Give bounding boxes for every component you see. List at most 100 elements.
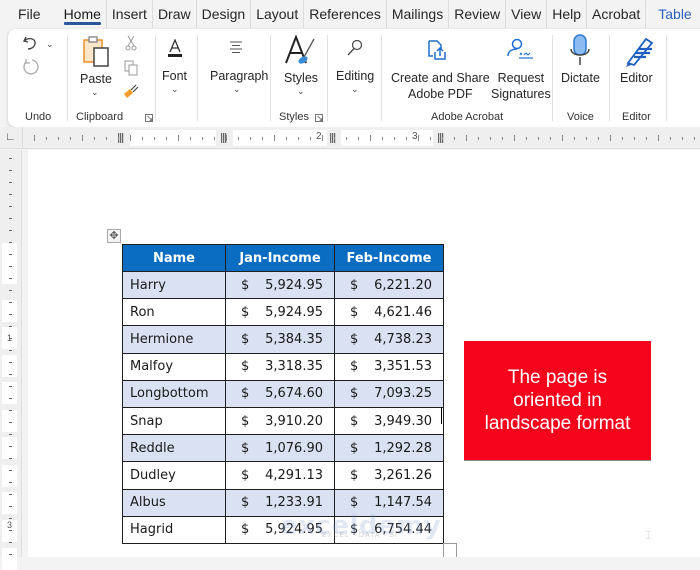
- dictate-button[interactable]: Dictate: [561, 70, 600, 86]
- tab-file[interactable]: File: [0, 0, 59, 28]
- callout-text: The page is oriented in landscape format: [484, 367, 631, 434]
- cell-name[interactable]: Hagrid: [122, 515, 226, 544]
- editing-button[interactable]: Editing: [336, 68, 374, 84]
- currency-value: $5,924.95: [233, 278, 327, 293]
- paragraph-icon[interactable]: [229, 41, 243, 53]
- amount: 3,318.35: [265, 359, 323, 375]
- tab-review[interactable]: Review: [449, 0, 507, 28]
- redo-icon[interactable]: [22, 58, 40, 76]
- ruler-tick: [622, 137, 623, 140]
- undo-dropdown-icon[interactable]: ⌄: [46, 39, 54, 50]
- cell-name[interactable]: Ron: [122, 298, 226, 327]
- cell-feb-income[interactable]: $1,292.28: [334, 434, 444, 463]
- tab-references[interactable]: References: [304, 0, 387, 28]
- column-marker[interactable]: [330, 133, 336, 143]
- amount: 6,221.20: [374, 277, 432, 293]
- cell-feb-income[interactable]: $3,949.30: [334, 406, 444, 436]
- vertical-ruler[interactable]: 1 3: [0, 150, 22, 570]
- ruler-tick: [550, 137, 551, 140]
- cell-jan-income[interactable]: $5,924.95: [225, 298, 335, 327]
- cell-feb-income[interactable]: $6,221.20: [334, 270, 444, 300]
- font-button[interactable]: Font: [162, 68, 187, 84]
- tab-acrobat[interactable]: Acrobat: [587, 0, 647, 28]
- cell-jan-income[interactable]: $5,674.60: [225, 379, 335, 408]
- ruler-tick: [310, 137, 311, 140]
- vertical-ruler-tick: [9, 362, 12, 363]
- currency-value: $5,674.60: [233, 386, 327, 401]
- paste-icon[interactable]: [82, 36, 112, 68]
- cell-jan-income[interactable]: $5,924.95: [225, 270, 335, 300]
- cell-name[interactable]: Albus: [122, 488, 226, 517]
- editor-pen-icon[interactable]: [622, 35, 656, 67]
- header-feb-income[interactable]: Feb-Income: [334, 244, 444, 272]
- paragraph-dropdown-icon[interactable]: ⌄: [233, 84, 241, 95]
- request-signatures-icon[interactable]: [506, 38, 534, 60]
- header-jan-income[interactable]: Jan-Income: [225, 244, 335, 272]
- cell-jan-income[interactable]: $5,384.35: [225, 325, 335, 354]
- paste-dropdown-icon[interactable]: ⌄: [91, 87, 99, 98]
- undo-icon[interactable]: [22, 35, 40, 51]
- cell-feb-income[interactable]: $3,351.53: [334, 352, 444, 381]
- cell-name[interactable]: Snap: [122, 406, 226, 436]
- ruler-tick: [250, 137, 251, 140]
- format-painter-icon[interactable]: [123, 84, 139, 100]
- cell-feb-income[interactable]: $7,093.25: [334, 379, 444, 408]
- microphone-icon[interactable]: [569, 33, 591, 67]
- tab-design[interactable]: Design: [197, 0, 252, 28]
- editing-dropdown-icon[interactable]: ⌄: [351, 84, 359, 95]
- tab-view[interactable]: View: [506, 0, 548, 28]
- table-row: Hermione $5,384.35 $4,738.23: [122, 325, 444, 354]
- ruler-tick: [118, 137, 119, 140]
- ruler-tick: [406, 137, 407, 140]
- cell-feb-income[interactable]: $3,261.26: [334, 461, 444, 490]
- vertical-ruler-segment: [2, 465, 17, 487]
- cell-jan-income[interactable]: $1,076.90: [225, 434, 335, 463]
- cell-name[interactable]: Dudley: [122, 461, 226, 490]
- paste-button[interactable]: Paste: [80, 71, 112, 87]
- cell-name[interactable]: Longbottom: [122, 379, 226, 408]
- request-signatures-button[interactable]: Request Signatures: [491, 70, 551, 102]
- styles-launcher-icon[interactable]: ↘: [315, 114, 324, 123]
- cell-feb-income[interactable]: $4,738.23: [334, 325, 444, 354]
- styles-button[interactable]: Styles: [284, 70, 318, 86]
- font-icon[interactable]: [166, 39, 184, 59]
- cell-jan-income[interactable]: $3,910.20: [225, 406, 335, 436]
- font-dropdown-icon[interactable]: ⌄: [171, 84, 179, 95]
- clipboard-launcher-icon[interactable]: ↘: [145, 114, 154, 123]
- ribbon-separator: [666, 35, 667, 121]
- table-move-handle-icon[interactable]: ✥: [107, 229, 121, 243]
- table-row: Reddle $1,076.90 $1,292.28: [122, 434, 444, 463]
- tab-insert[interactable]: Insert: [107, 0, 153, 28]
- create-pdf-line1: Create and Share: [391, 71, 490, 85]
- cell-name[interactable]: Hermione: [122, 325, 226, 354]
- ruler-tick: [382, 137, 383, 140]
- menu-bar: File Home Insert Draw Design Layout Refe…: [0, 0, 700, 50]
- tab-table-design[interactable]: Table Design: [646, 0, 700, 50]
- tab-layout[interactable]: Layout: [251, 0, 305, 28]
- cell-name[interactable]: Reddle: [122, 434, 226, 463]
- copy-icon[interactable]: [124, 60, 138, 76]
- create-share-pdf-button[interactable]: Create and Share Adobe PDF: [391, 70, 490, 102]
- tab-selector-icon[interactable]: ∟: [5, 131, 16, 143]
- cell-jan-income[interactable]: $4,291.13: [225, 461, 335, 490]
- landscape-callout-box[interactable]: The page is oriented in landscape format: [464, 341, 651, 461]
- styles-dropdown-icon[interactable]: ⌄: [297, 86, 305, 97]
- search-icon[interactable]: [347, 39, 363, 57]
- styles-icon[interactable]: [284, 35, 318, 67]
- tab-help[interactable]: Help: [547, 0, 587, 28]
- tab-home[interactable]: Home: [59, 0, 107, 28]
- tab-mailings[interactable]: Mailings: [387, 0, 450, 28]
- editor-button[interactable]: Editor: [620, 70, 653, 86]
- horizontal-ruler[interactable]: ∟ 2 3: [0, 127, 700, 149]
- header-name[interactable]: Name: [122, 244, 226, 272]
- cell-feb-income[interactable]: $4,621.46: [334, 298, 444, 327]
- cell-jan-income[interactable]: $3,318.35: [225, 352, 335, 381]
- paragraph-button[interactable]: Paragraph: [210, 68, 268, 84]
- column-marker[interactable]: [438, 133, 444, 143]
- cut-icon[interactable]: [125, 35, 137, 51]
- tab-draw[interactable]: Draw: [153, 0, 197, 28]
- cell-name[interactable]: Harry: [122, 270, 226, 300]
- vertical-ruler-tick: [9, 194, 12, 195]
- create-pdf-icon[interactable]: [427, 39, 447, 61]
- cell-name[interactable]: Malfoy: [122, 352, 226, 381]
